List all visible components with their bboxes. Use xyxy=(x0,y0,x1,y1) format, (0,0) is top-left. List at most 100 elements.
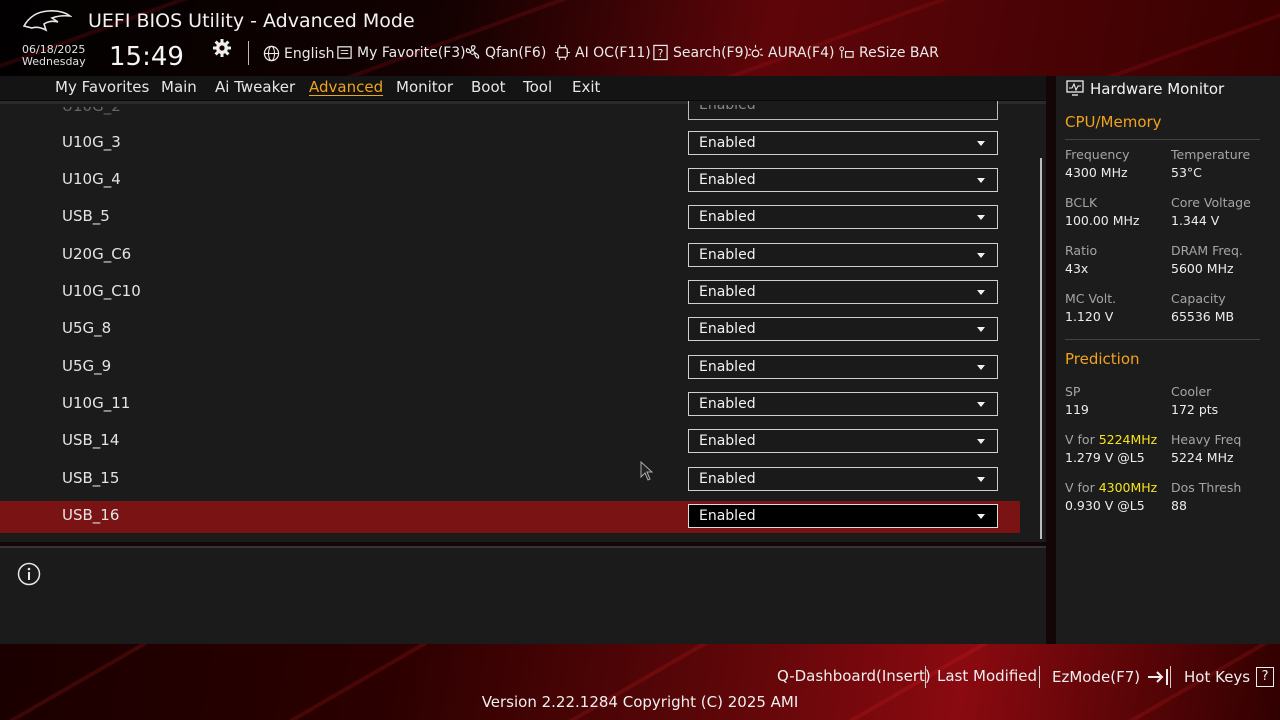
settings-panel: U10G_2 Enabled U10G_3 Enabled U10G_4 Ena… xyxy=(0,101,1046,542)
last-modified-button[interactable]: Last Modified xyxy=(937,667,1037,685)
tab-advanced[interactable]: Advanced xyxy=(309,78,383,96)
ratio-label: Ratio xyxy=(1065,243,1098,258)
dropdown-value: Enabled xyxy=(699,396,756,412)
aura-light-icon xyxy=(747,44,764,58)
ezmode-button[interactable]: EzMode(F7) xyxy=(1052,667,1172,687)
tab-my-favorites[interactable]: My Favorites xyxy=(55,78,149,96)
aura-button[interactable]: AURA(F4) xyxy=(747,44,834,61)
setting-dropdown[interactable]: Enabled xyxy=(688,131,998,155)
setting-dropdown[interactable]: Enabled xyxy=(688,317,998,341)
caret-down-icon xyxy=(977,439,985,444)
setting-row-u10g-11[interactable]: U10G_11 Enabled xyxy=(0,389,1020,421)
tab-tool[interactable]: Tool xyxy=(523,78,552,96)
favorite-list-icon xyxy=(337,46,352,59)
bclk-value: 100.00 MHz xyxy=(1065,213,1140,228)
qfan-button[interactable]: Qfan(F6) xyxy=(464,44,546,61)
setting-row-usb-14[interactable]: USB_14 Enabled xyxy=(0,426,1020,458)
caret-down-icon xyxy=(977,477,985,482)
setting-row-u5g-8[interactable]: U5G_8 Enabled xyxy=(0,314,1020,346)
v-for-prefix: V for xyxy=(1065,480,1099,495)
section-divider xyxy=(1065,139,1260,140)
dropdown-value: Enabled xyxy=(699,284,756,300)
ratio-value: 43x xyxy=(1065,261,1089,276)
tab-main[interactable]: Main xyxy=(161,78,197,96)
setting-label: U10G_11 xyxy=(62,394,131,412)
footer-divider xyxy=(1039,666,1040,688)
footer-divider xyxy=(925,666,926,688)
setting-row-usb-15[interactable]: USB_15 Enabled xyxy=(0,464,1020,496)
dos-thresh-value: 88 xyxy=(1171,498,1187,513)
tab-exit[interactable]: Exit xyxy=(572,78,600,96)
footer-bar: Q-Dashboard(Insert) Last Modified EzMode… xyxy=(0,644,1280,720)
gear-icon[interactable] xyxy=(212,38,232,58)
hot-keys-button[interactable]: Hot Keys ? xyxy=(1184,667,1275,687)
q-dashboard-button[interactable]: Q-Dashboard(Insert) xyxy=(777,667,931,685)
my-favorite-label: My Favorite(F3) xyxy=(357,44,466,61)
dropdown-value: Enabled xyxy=(699,135,756,151)
exit-arrow-icon xyxy=(1148,669,1169,685)
v-for-prefix: V for xyxy=(1065,432,1099,447)
clock-display[interactable]: 15:49 xyxy=(109,42,184,72)
dropdown-value: Enabled xyxy=(699,508,756,524)
caret-down-icon xyxy=(977,365,985,370)
caret-down-icon xyxy=(977,514,985,519)
svg-text:?: ? xyxy=(658,48,664,60)
setting-row-u10g-c10[interactable]: U10G_C10 Enabled xyxy=(0,277,1020,309)
tab-boot[interactable]: Boot xyxy=(471,78,506,96)
frequency-label: Frequency xyxy=(1065,147,1130,162)
setting-dropdown[interactable]: Enabled xyxy=(688,504,998,528)
tab-ai-tweaker[interactable]: Ai Tweaker xyxy=(215,78,295,96)
setting-dropdown[interactable]: Enabled xyxy=(688,467,998,491)
ai-oc-button[interactable]: AI OC(F11) xyxy=(554,44,651,61)
caret-down-icon xyxy=(977,327,985,332)
monitor-icon xyxy=(1066,80,1084,96)
setting-label: USB_5 xyxy=(62,207,110,225)
setting-dropdown[interactable]: Enabled xyxy=(688,355,998,379)
caret-down-icon xyxy=(977,290,985,295)
caret-down-icon xyxy=(977,253,985,258)
caret-down-icon xyxy=(977,402,985,407)
hardware-monitor-panel: Hardware Monitor CPU/Memory Frequency 43… xyxy=(1056,76,1280,644)
setting-dropdown[interactable]: Enabled xyxy=(688,243,998,267)
sp-value: 119 xyxy=(1065,402,1089,417)
tab-monitor[interactable]: Monitor xyxy=(396,78,453,96)
ai-oc-label: AI OC(F11) xyxy=(575,44,651,61)
setting-dropdown[interactable]: Enabled xyxy=(688,392,998,416)
language-button[interactable]: English xyxy=(263,45,335,62)
setting-dropdown[interactable]: Enabled xyxy=(688,205,998,229)
setting-row-usb-5[interactable]: USB_5 Enabled xyxy=(0,202,1020,234)
setting-label: U20G_C6 xyxy=(62,245,132,263)
language-label: English xyxy=(284,45,335,62)
setting-dropdown[interactable]: Enabled xyxy=(688,280,998,304)
setting-row-usb-16[interactable]: USB_16 Enabled xyxy=(0,501,1020,533)
search-button[interactable]: ? Search(F9) xyxy=(652,44,749,61)
cpu-memory-heading: CPU/Memory xyxy=(1065,113,1162,131)
ezmode-label: EzMode(F7) xyxy=(1052,668,1141,686)
setting-label: U5G_9 xyxy=(62,357,112,375)
setting-dropdown[interactable]: Enabled xyxy=(688,101,998,120)
setting-label: U5G_8 xyxy=(62,319,112,337)
help-panel xyxy=(0,546,1046,646)
setting-label: U10G_2 xyxy=(62,101,121,115)
setting-row-u10g-3[interactable]: U10G_3 Enabled xyxy=(0,128,1020,160)
scrollbar[interactable] xyxy=(1040,158,1042,539)
mc-volt-value: 1.120 V xyxy=(1065,309,1114,324)
dropdown-value: Enabled xyxy=(699,101,756,113)
aura-label: AURA(F4) xyxy=(768,44,835,61)
setting-row-u10g-4[interactable]: U10G_4 Enabled xyxy=(0,165,1020,197)
search-question-icon: ? xyxy=(653,44,668,61)
v-for-low-label: V for 4300MHz xyxy=(1065,480,1157,495)
dram-freq-value: 5600 MHz xyxy=(1171,261,1234,276)
header-bar: UEFI BIOS Utility - Advanced Mode 06/18/… xyxy=(0,0,1280,76)
setting-row-u5g-9[interactable]: U5G_9 Enabled xyxy=(0,352,1020,384)
dropdown-value: Enabled xyxy=(699,209,756,225)
setting-row-u20g-c6[interactable]: U20G_C6 Enabled xyxy=(0,240,1020,272)
core-voltage-label: Core Voltage xyxy=(1171,195,1251,210)
resize-bar-label: ReSize BAR xyxy=(859,44,939,61)
cooler-label: Cooler xyxy=(1171,384,1212,399)
my-favorite-button[interactable]: My Favorite(F3) xyxy=(336,44,466,61)
main-tabs: My Favorites Main Ai Tweaker Advanced Mo… xyxy=(0,76,1046,100)
setting-dropdown[interactable]: Enabled xyxy=(688,168,998,192)
resize-bar-button[interactable]: ReSize BAR xyxy=(838,44,939,61)
setting-dropdown[interactable]: Enabled xyxy=(688,429,998,453)
